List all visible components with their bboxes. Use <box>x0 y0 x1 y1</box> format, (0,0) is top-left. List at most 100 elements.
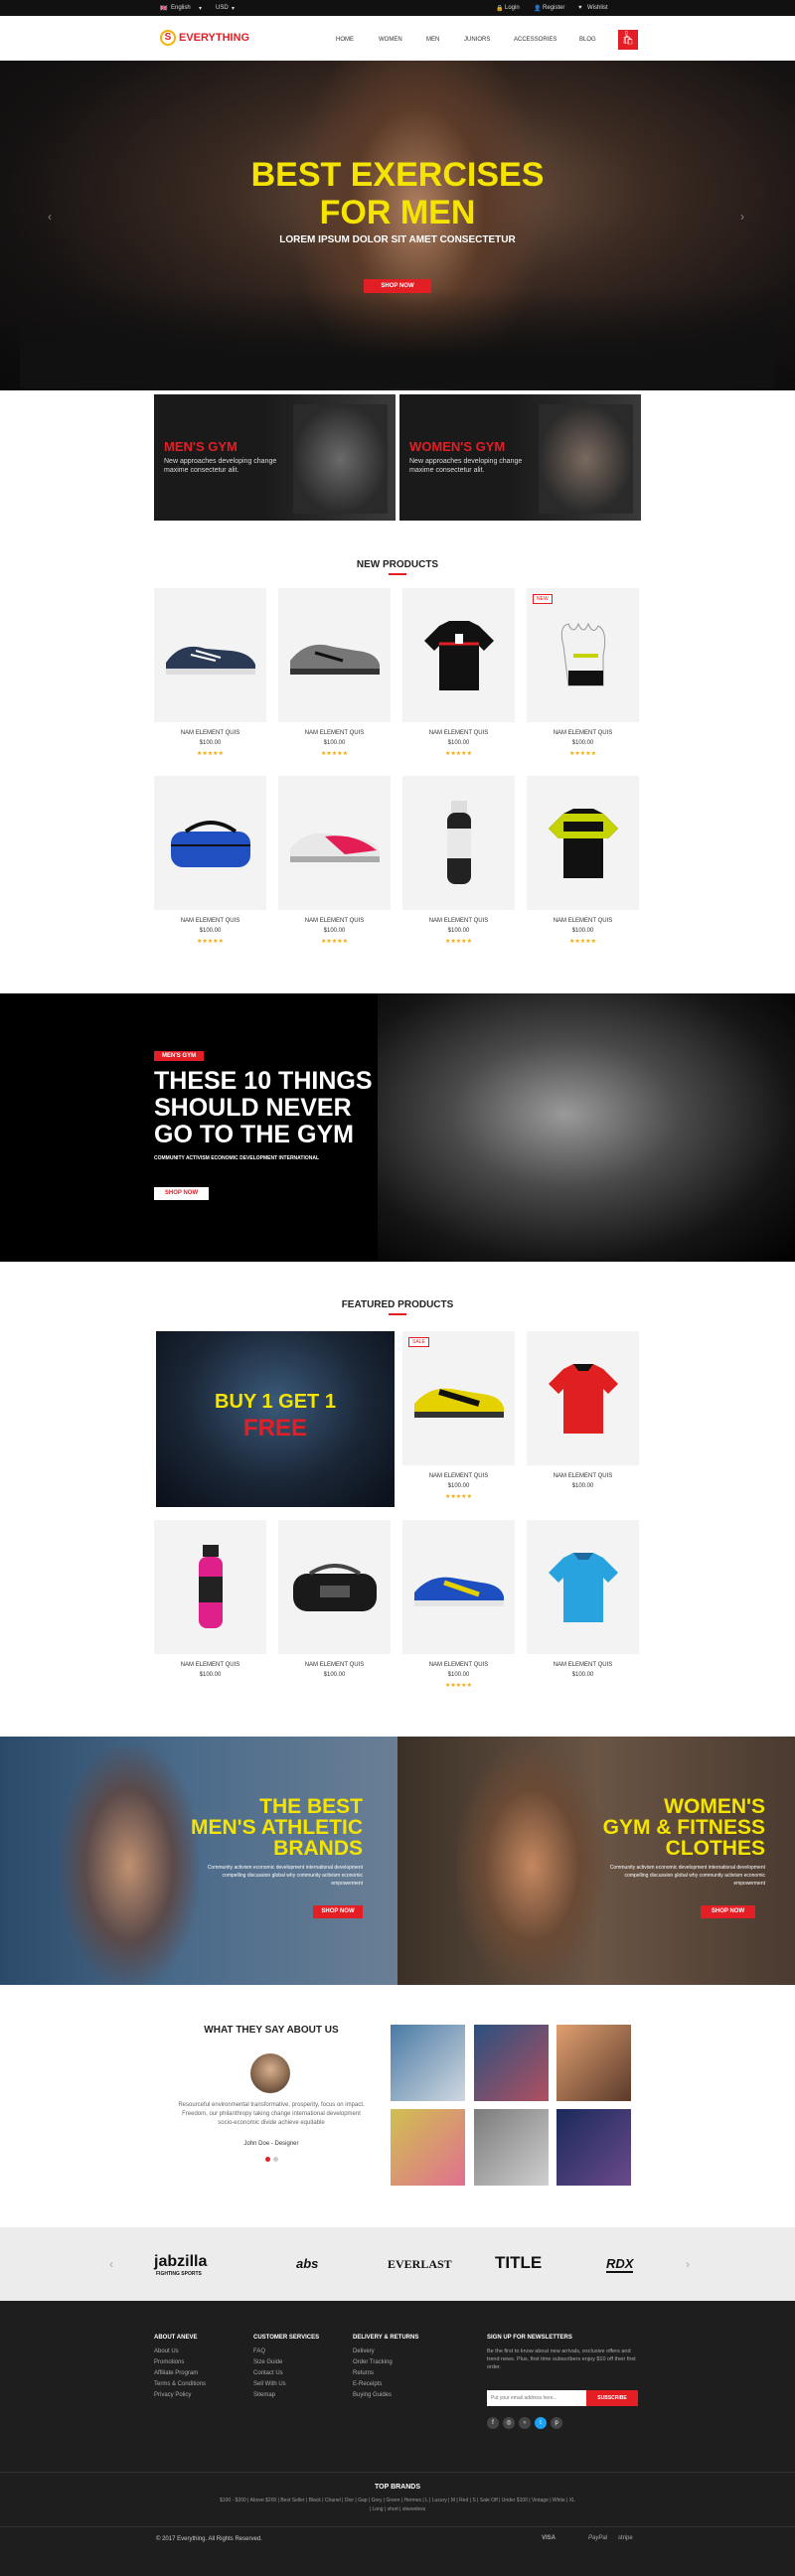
product-image[interactable] <box>402 588 515 722</box>
nav-men[interactable]: MEN <box>426 37 439 43</box>
product-image[interactable] <box>154 1520 266 1654</box>
gallery-image[interactable] <box>474 2025 549 2101</box>
footer-link[interactable]: Privacy Policy <box>154 2392 191 2398</box>
split-shop-now-button[interactable]: SHOP NOW <box>313 1905 363 1918</box>
product-image[interactable] <box>402 1331 515 1465</box>
product-card[interactable] <box>154 588 266 722</box>
gallery-image[interactable] <box>556 2109 631 2186</box>
facebook-icon[interactable]: f <box>487 2417 499 2429</box>
product-card[interactable] <box>278 588 391 722</box>
gallery-image[interactable] <box>391 2109 465 2186</box>
footer-link[interactable]: Buying Guides <box>353 2392 392 2398</box>
nav-accessories[interactable]: ACCESSORIES <box>514 37 556 43</box>
product-card[interactable] <box>402 588 515 722</box>
footer-link[interactable]: Order Tracking <box>353 2359 393 2365</box>
nav-blog[interactable]: BLOG <box>579 37 596 43</box>
product-name[interactable]: NAM ELEMENT QUIS <box>402 730 515 736</box>
instagram-icon[interactable]: ◎ <box>503 2417 515 2429</box>
carousel-dot-active[interactable] <box>265 2157 270 2162</box>
product-card[interactable] <box>527 1331 639 1465</box>
promo-womens-gym[interactable]: WOMEN'S GYM New approaches developing ch… <box>399 394 641 521</box>
cart-button[interactable]: 🛍 0 <box>618 30 638 50</box>
brand-logo[interactable]: abs <box>296 2256 318 2271</box>
logo[interactable]: S EVERYTHING <box>160 30 249 46</box>
product-card[interactable] <box>402 776 515 910</box>
footer-link[interactable]: Returns <box>353 2370 374 2376</box>
product-image[interactable] <box>154 776 266 910</box>
product-name[interactable]: NAM ELEMENT QUIS <box>402 1473 515 1479</box>
product-card[interactable] <box>527 776 639 910</box>
product-image[interactable] <box>278 776 391 910</box>
product-name[interactable]: NAM ELEMENT QUIS <box>278 918 391 924</box>
footer-link[interactable]: Sell With Us <box>253 2381 286 2387</box>
product-name[interactable]: NAM ELEMENT QUIS <box>278 730 391 736</box>
nav-juniors[interactable]: JUNIORS <box>464 37 490 43</box>
top-brands-links[interactable]: $100 - $200 | Above $200 | Best Seller |… <box>0 2498 795 2503</box>
banner-shop-now-button[interactable]: SHOP NOW <box>154 1187 209 1200</box>
product-image[interactable] <box>278 588 391 722</box>
footer-link[interactable]: Contact Us <box>253 2370 283 2376</box>
newsletter-email-input[interactable] <box>487 2390 586 2406</box>
prev-arrow-icon[interactable]: ‹ <box>109 2257 113 2271</box>
footer-link[interactable]: Terms & Conditions <box>154 2381 206 2387</box>
gallery-image[interactable] <box>391 2025 465 2101</box>
product-card[interactable] <box>154 776 266 910</box>
rss-icon[interactable]: ≈ <box>519 2417 531 2429</box>
product-name[interactable]: NAM ELEMENT QUIS <box>527 1662 639 1668</box>
product-card[interactable] <box>527 1520 639 1654</box>
product-image[interactable] <box>278 1520 391 1654</box>
product-image[interactable] <box>527 1520 639 1654</box>
product-name[interactable]: NAM ELEMENT QUIS <box>527 1473 639 1479</box>
footer-link[interactable]: Promotions <box>154 2359 184 2365</box>
currency-select[interactable]: USD <box>216 5 229 11</box>
product-card[interactable] <box>278 776 391 910</box>
top-brands-links[interactable]: | Long | short | sleeveless <box>0 2506 795 2512</box>
brand-logo[interactable]: EVERLAST <box>388 2257 452 2272</box>
language-select[interactable]: English <box>171 5 191 11</box>
featured-promo-tile[interactable]: BUY 1 GET 1 FREE <box>156 1331 395 1507</box>
footer-link[interactable]: About Us <box>154 2349 179 2354</box>
brand-logo[interactable]: TITLE <box>495 2253 542 2273</box>
footer-link[interactable]: Delivery <box>353 2349 375 2354</box>
product-image[interactable] <box>527 588 639 722</box>
product-name[interactable]: NAM ELEMENT QUIS <box>154 1662 266 1668</box>
footer-link[interactable]: E-Receipts <box>353 2381 382 2387</box>
product-name[interactable]: NAM ELEMENT QUIS <box>154 730 266 736</box>
next-arrow-icon[interactable]: › <box>686 2257 690 2271</box>
product-card[interactable] <box>154 1520 266 1654</box>
nav-home[interactable]: HOME <box>336 37 354 43</box>
split-shop-now-button[interactable]: SHOP NOW <box>701 1905 755 1918</box>
twitter-icon[interactable]: t <box>535 2417 547 2429</box>
promo-mens-gym[interactable]: MEN'S GYM New approaches developing chan… <box>154 394 396 521</box>
product-image[interactable] <box>154 588 266 722</box>
product-name[interactable]: NAM ELEMENT QUIS <box>527 730 639 736</box>
brand-logo[interactable]: RDX <box>606 2256 634 2273</box>
wishlist-link[interactable]: Wishlist <box>587 5 608 11</box>
product-image[interactable] <box>527 776 639 910</box>
product-card[interactable]: NEW <box>527 588 639 722</box>
carousel-dot[interactable] <box>273 2157 278 2162</box>
login-link[interactable]: Login <box>505 5 520 11</box>
footer-link[interactable]: FAQ <box>253 2349 265 2354</box>
brand-logo[interactable]: jabzilla <box>154 2253 207 2271</box>
pinterest-icon[interactable]: p <box>551 2417 562 2429</box>
product-card[interactable]: SALE <box>402 1331 515 1465</box>
register-link[interactable]: Register <box>543 5 564 11</box>
footer-link[interactable]: Affiliate Program <box>154 2370 198 2376</box>
hero-shop-now-button[interactable]: SHOP NOW <box>364 279 431 293</box>
product-image[interactable] <box>527 1331 639 1465</box>
subscribe-button[interactable]: SUBSCRIBE <box>586 2390 638 2406</box>
product-name[interactable]: NAM ELEMENT QUIS <box>402 918 515 924</box>
product-name[interactable]: NAM ELEMENT QUIS <box>278 1662 391 1668</box>
product-image[interactable] <box>402 776 515 910</box>
gallery-image[interactable] <box>556 2025 631 2101</box>
product-image[interactable] <box>402 1520 515 1654</box>
product-name[interactable]: NAM ELEMENT QUIS <box>402 1662 515 1668</box>
product-name[interactable]: NAM ELEMENT QUIS <box>527 918 639 924</box>
footer-link[interactable]: Size Guide <box>253 2359 282 2365</box>
footer-link[interactable]: Sitemap <box>253 2392 275 2398</box>
product-card[interactable] <box>402 1520 515 1654</box>
nav-women[interactable]: WOMEN <box>379 37 402 43</box>
gallery-image[interactable] <box>474 2109 549 2186</box>
product-name[interactable]: NAM ELEMENT QUIS <box>154 918 266 924</box>
